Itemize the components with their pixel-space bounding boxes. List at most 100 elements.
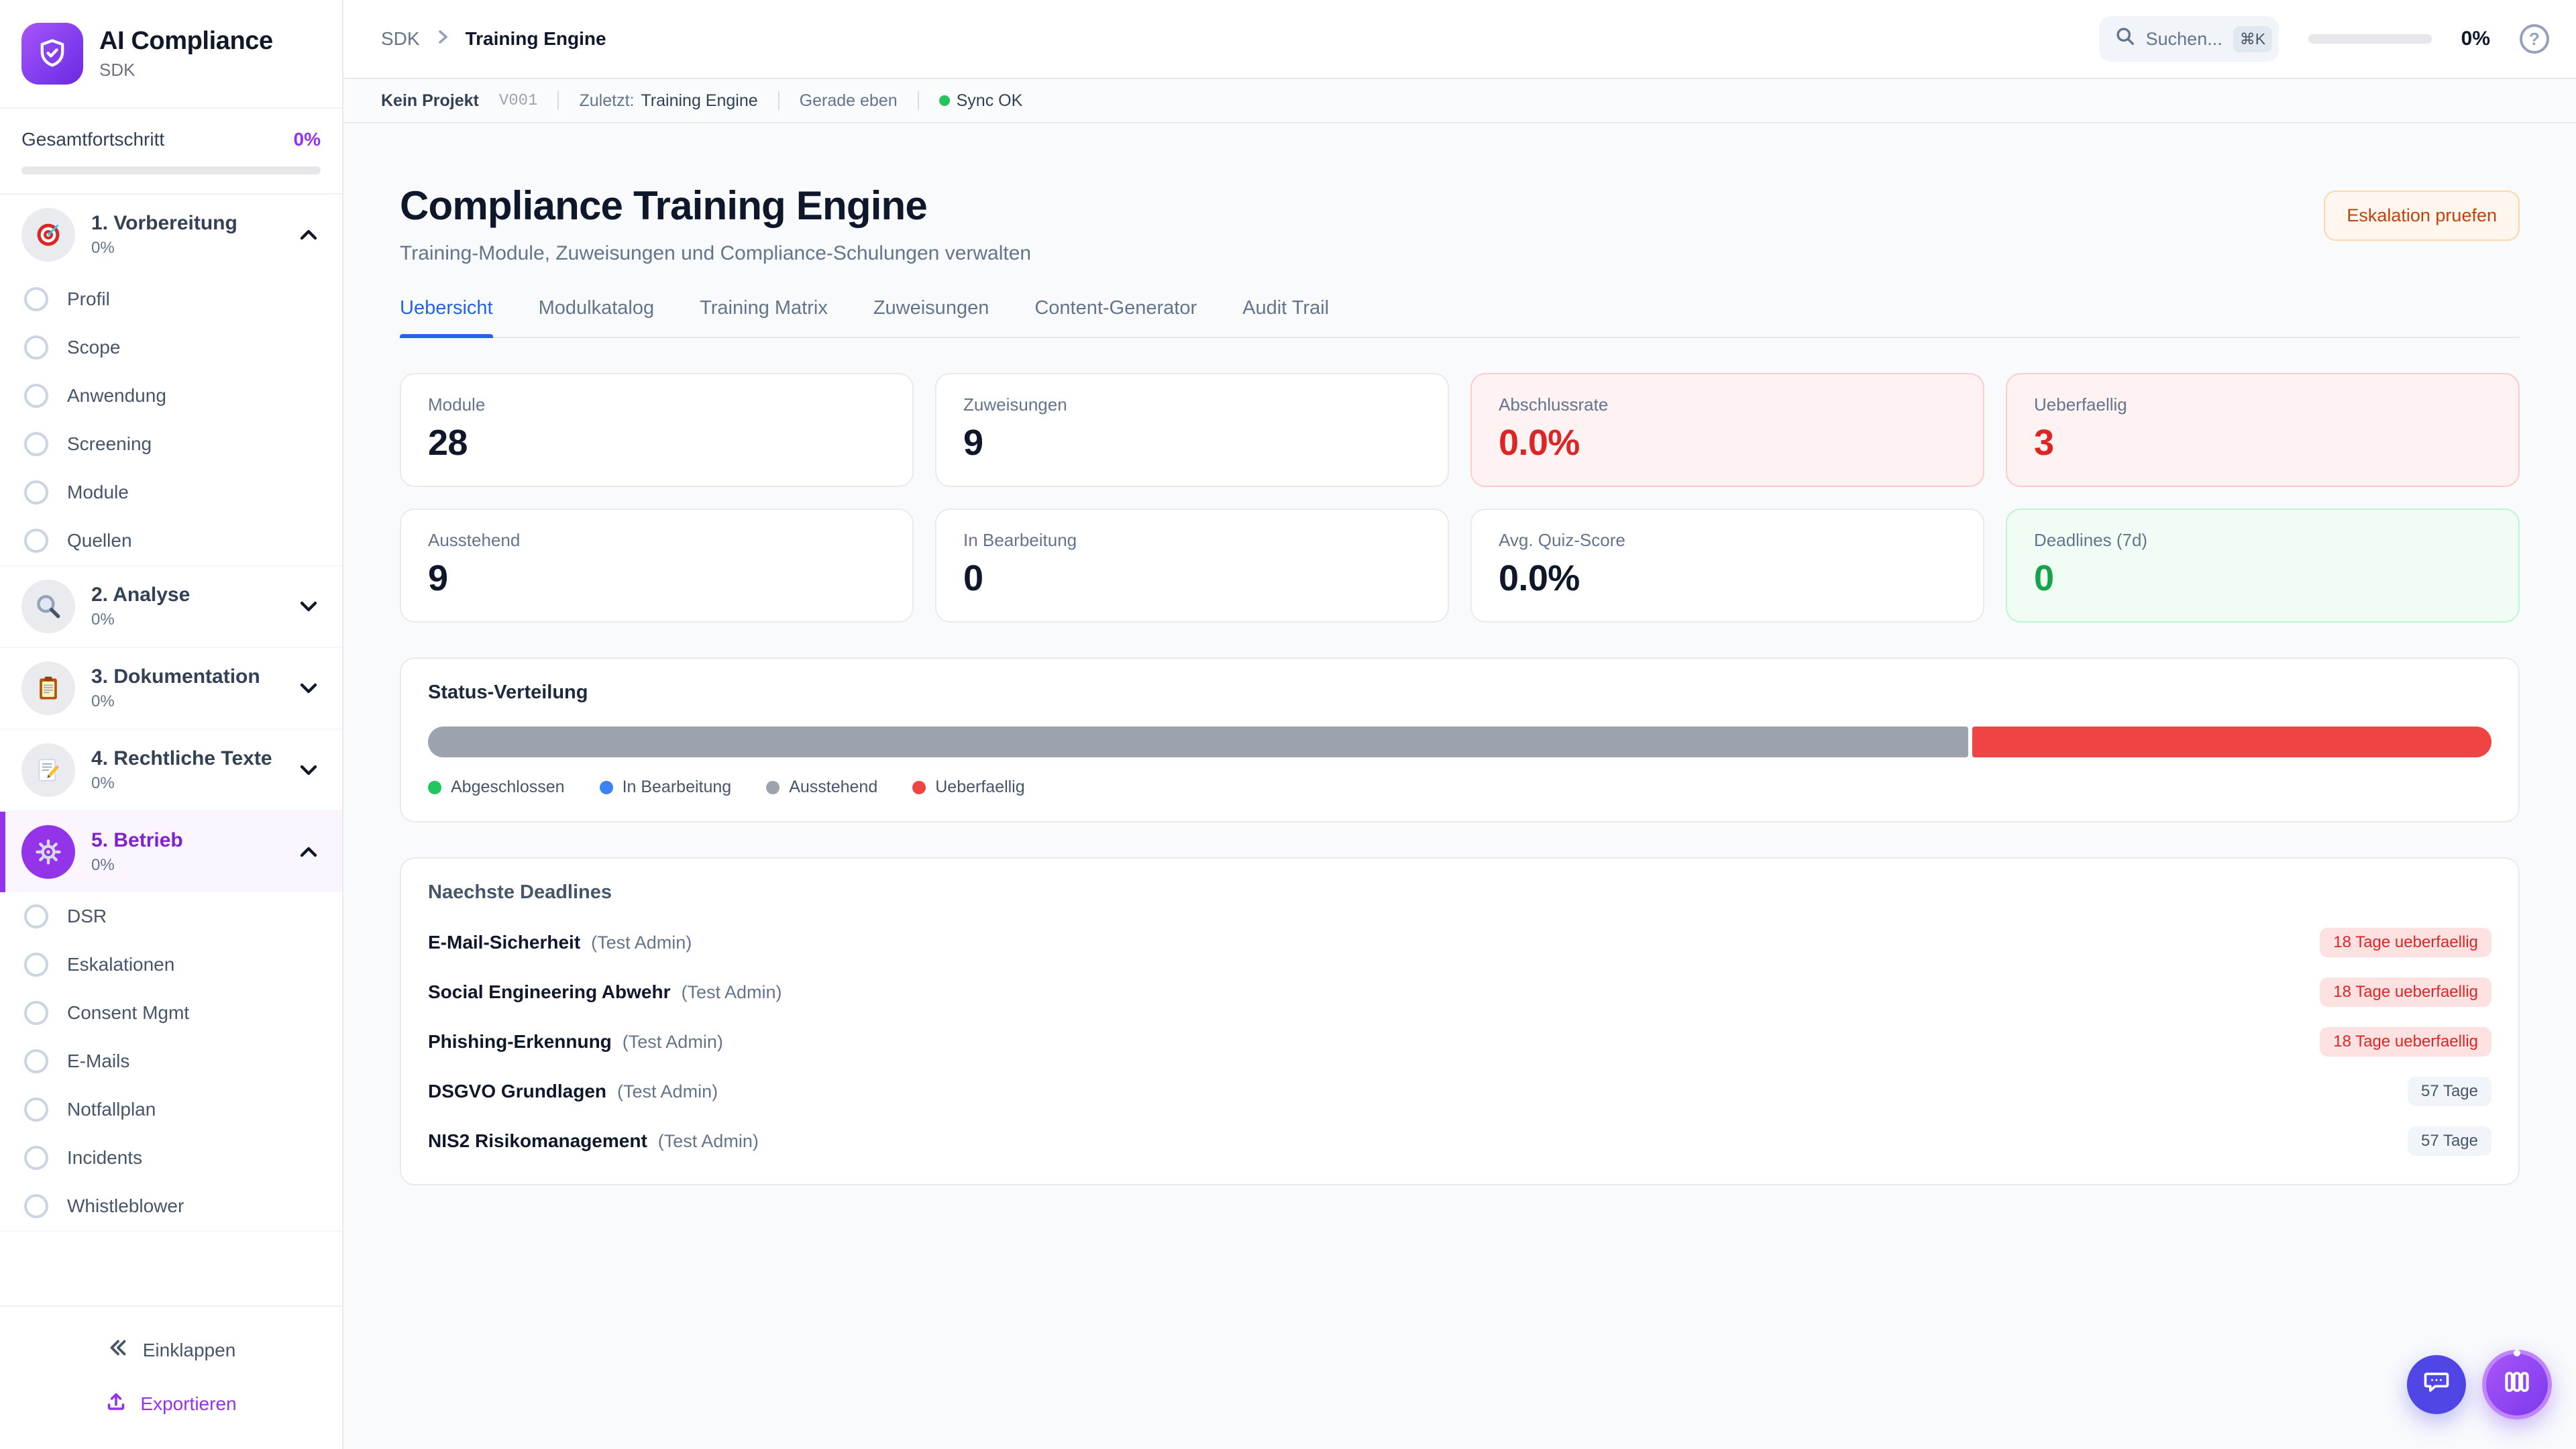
chevron-down-icon: [297, 676, 321, 700]
segment-ausstehend: [428, 727, 1968, 757]
upload-icon: [105, 1391, 127, 1417]
section-label: 1. Vorbereitung: [91, 212, 280, 235]
app-title: AI Compliance: [99, 27, 273, 56]
sidebar-item-whistleblower[interactable]: Whistleblower: [0, 1182, 342, 1230]
deadline-row: E-Mail-Sicherheit (Test Admin) 18 Tage u…: [428, 924, 2491, 961]
tab-modulkatalog[interactable]: Modulkatalog: [539, 297, 655, 337]
status-legend: Abgeschlossen In Bearbeitung Ausstehend …: [428, 777, 2491, 797]
next-deadlines-title: Naechste Deadlines: [428, 881, 2491, 904]
section-percent: 0%: [91, 856, 280, 875]
sidebar-nav: 1. Vorbereitung 0% Profil Scope Anwendun…: [0, 195, 342, 1305]
tab-audit-trail[interactable]: Audit Trail: [1242, 297, 1329, 337]
sidebar-section-analyse[interactable]: 2. Analyse 0%: [0, 566, 342, 647]
sidebar-item-quellen[interactable]: Quellen: [0, 517, 342, 565]
section-percent: 0%: [91, 774, 280, 793]
overall-progress: Gesamtfortschritt 0%: [0, 109, 342, 195]
radio-circle-icon: [24, 529, 48, 553]
main-column: SDK Training Engine Suchen... ⌘K 0% ? Ke…: [343, 0, 2576, 1449]
sidebar: AI Compliance SDK Gesamtfortschritt 0% 1…: [0, 0, 343, 1449]
radio-circle-icon: [24, 432, 48, 456]
help-icon[interactable]: ?: [2520, 24, 2549, 54]
project-name: Kein Projekt: [381, 91, 479, 111]
app-subtitle: SDK: [99, 60, 273, 80]
breadcrumb-current: Training Engine: [466, 28, 606, 50]
chevron-up-icon: [297, 223, 321, 247]
legend-dot-ueberfaellig: [912, 781, 926, 794]
chat-bubble-icon: [2422, 1367, 2451, 1402]
sidebar-item-eskalationen[interactable]: Eskalationen: [0, 941, 342, 989]
chevron-down-icon: [297, 758, 321, 782]
section-label: 2. Analyse: [91, 584, 280, 606]
page-subtitle: Training-Module, Zuweisungen und Complia…: [400, 242, 1031, 265]
sidebar-item-anwendung[interactable]: Anwendung: [0, 372, 342, 420]
deadline-row: DSGVO Grundlagen (Test Admin) 57 Tage: [428, 1073, 2491, 1110]
sidebar-section-betrieb[interactable]: 5. Betrieb 0%: [0, 812, 342, 892]
sidebar-item-scope[interactable]: Scope: [0, 323, 342, 372]
page-content: Compliance Training Engine Training-Modu…: [343, 123, 2576, 1449]
check-escalation-button[interactable]: Eskalation pruefen: [2324, 191, 2520, 241]
deadline-row: Phishing-Erkennung (Test Admin) 18 Tage …: [428, 1023, 2491, 1061]
target-icon: [21, 208, 75, 262]
radio-circle-icon: [24, 1097, 48, 1122]
tab-zuweisungen[interactable]: Zuweisungen: [873, 297, 989, 337]
columns-icon: [2502, 1367, 2532, 1402]
legend-dot-ausstehend: [766, 781, 780, 794]
app-logo-row: AI Compliance SDK: [0, 0, 342, 109]
deadline-row: Social Engineering Abwehr (Test Admin) 1…: [428, 973, 2491, 1011]
sidebar-item-module[interactable]: Module: [0, 468, 342, 517]
overall-progress-label: Gesamtfortschritt: [21, 129, 164, 150]
chevron-down-icon: [297, 594, 321, 619]
breadcrumb-root[interactable]: SDK: [381, 28, 420, 50]
overall-progress-value: 0%: [294, 129, 321, 150]
stat-card-avg-quiz-score: Avg. Quiz-Score0.0%: [1470, 508, 1984, 623]
sidebar-section-vorbereitung[interactable]: 1. Vorbereitung 0%: [0, 195, 342, 275]
sidebar-item-e-mails[interactable]: E-Mails: [0, 1037, 342, 1085]
status-distribution-title: Status-Verteilung: [428, 682, 2491, 704]
sidebar-item-profil[interactable]: Profil: [0, 275, 342, 323]
sidebar-item-notfallplan[interactable]: Notfallplan: [0, 1085, 342, 1134]
radio-circle-icon: [24, 1146, 48, 1170]
sync-status-dot: [939, 95, 950, 106]
search-placeholder: Suchen...: [2146, 29, 2222, 50]
status-distribution-bar: [428, 727, 2491, 757]
double-chevron-left-icon: [107, 1336, 129, 1364]
section-label: 5. Betrieb: [91, 829, 280, 852]
gear-icon: [21, 825, 75, 879]
sidebar-section-rechtliche-texte[interactable]: 4. Rechtliche Texte 0%: [0, 730, 342, 810]
sidebar-item-incidents[interactable]: Incidents: [0, 1134, 342, 1182]
magnifier-icon: [21, 580, 75, 633]
memo-pencil-icon: [21, 743, 75, 797]
sidebar-section-dokumentation[interactable]: 3. Dokumentation 0%: [0, 648, 342, 729]
due-badge: 57 Tage: [2408, 1077, 2491, 1106]
sidebar-item-screening[interactable]: Screening: [0, 420, 342, 468]
radio-circle-icon: [24, 904, 48, 928]
stat-card-ueberfaellig: Ueberfaellig3: [2006, 373, 2520, 487]
project-status-bar: Kein Projekt V001 Zuletzt:Training Engin…: [343, 79, 2576, 123]
updated-time: Gerade eben: [800, 91, 898, 111]
stat-card-zuweisungen: Zuweisungen9: [935, 373, 1449, 487]
tab-bar: Uebersicht Modulkatalog Training Matrix …: [400, 297, 2520, 338]
divider: [778, 91, 780, 110]
search-input[interactable]: Suchen... ⌘K: [2099, 16, 2279, 62]
topbar: SDK Training Engine Suchen... ⌘K 0% ?: [343, 0, 2576, 79]
collapse-sidebar-button[interactable]: Einklappen: [0, 1323, 342, 1377]
sidebar-item-dsr[interactable]: DSR: [0, 892, 342, 941]
radio-circle-icon: [24, 1194, 48, 1218]
tab-content-generator[interactable]: Content-Generator: [1034, 297, 1197, 337]
keyboard-shortcut-badge: ⌘K: [2233, 26, 2272, 52]
chat-button[interactable]: [2407, 1355, 2466, 1414]
status-distribution-panel: Status-Verteilung Abgeschlossen In Bearb…: [400, 657, 2520, 822]
due-badge: 18 Tage ueberfaellig: [2320, 928, 2491, 957]
radio-circle-icon: [24, 335, 48, 360]
legend-dot-in-bearbeitung: [600, 781, 613, 794]
export-button[interactable]: Exportieren: [0, 1377, 342, 1430]
tab-training-matrix[interactable]: Training Matrix: [700, 297, 828, 337]
stat-card-ausstehend: Ausstehend9: [400, 508, 914, 623]
sidebar-item-consent-mgmt[interactable]: Consent Mgmt: [0, 989, 342, 1037]
stats-grid: Module28 Zuweisungen9 Abschlussrate0.0% …: [400, 373, 2520, 623]
due-badge: 18 Tage ueberfaellig: [2320, 977, 2491, 1007]
stat-card-in-bearbeitung: In Bearbeitung0: [935, 508, 1449, 623]
panels-button[interactable]: [2482, 1350, 2552, 1419]
due-badge: 18 Tage ueberfaellig: [2320, 1027, 2491, 1057]
tab-uebersicht[interactable]: Uebersicht: [400, 297, 493, 337]
